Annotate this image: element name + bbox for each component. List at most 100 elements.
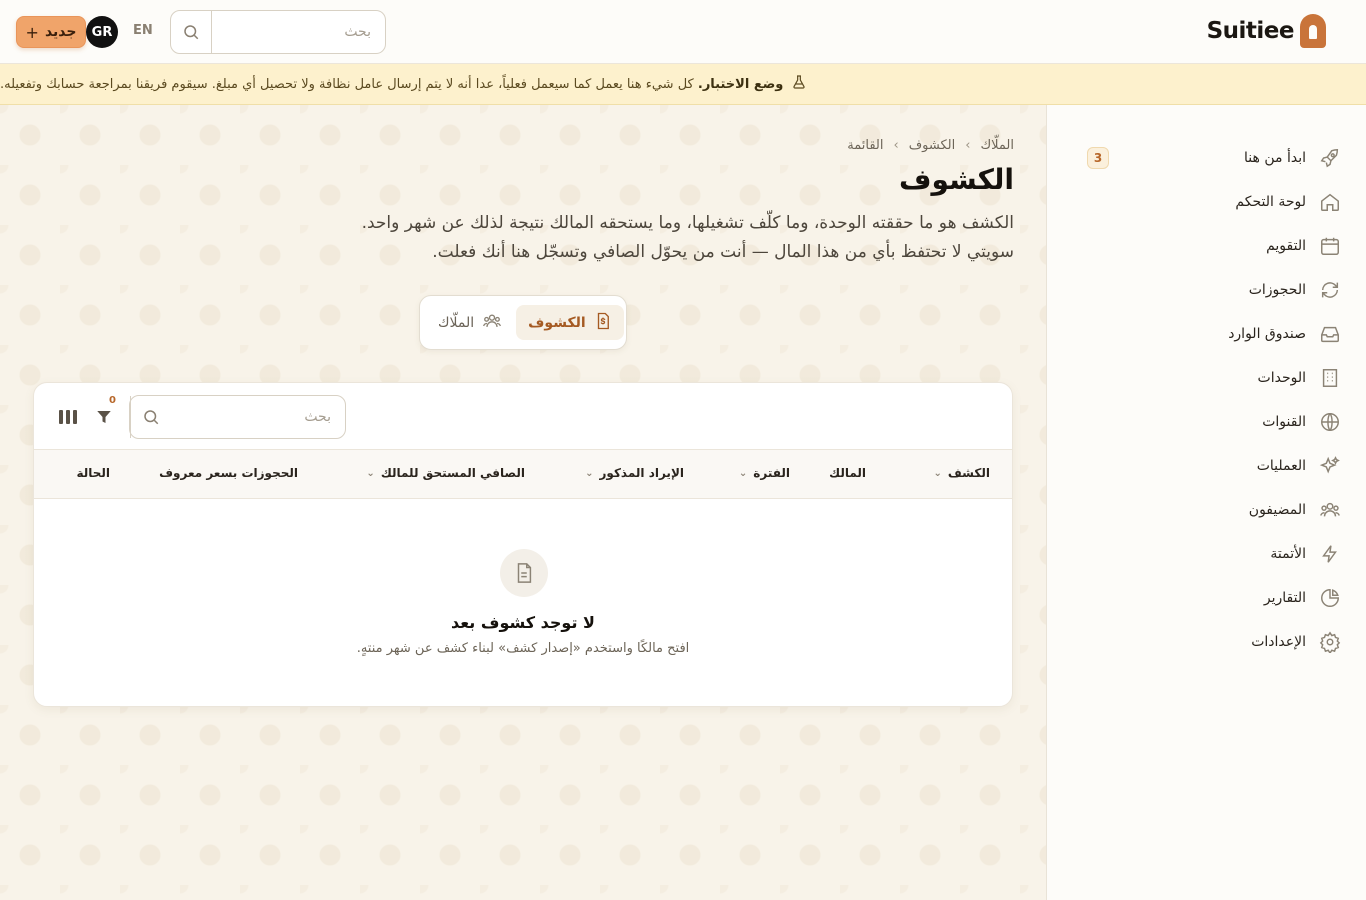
column-label: الحالة [76,466,110,480]
sidebar-item-label: العمليات [1256,458,1306,474]
logo-text: Suitiee [1206,18,1295,44]
table-search[interactable]: بحث [129,395,346,439]
column-header-priced-bookings[interactable]: الحجوزات بسعر معروف [159,466,298,480]
search-icon[interactable] [130,396,171,438]
new-button-label: جديد [44,24,77,40]
pie-chart-icon [1318,586,1342,610]
breadcrumb-owners[interactable]: الملّاك [980,138,1014,153]
tab-owners[interactable]: الملّاك [426,305,514,340]
filter-icon[interactable] [92,405,116,429]
flask-icon [791,74,807,94]
breadcrumb-statements[interactable]: الكشوف [909,138,956,153]
column-header-owner[interactable]: المالك [829,466,866,480]
page-description: الكشف هو ما حققته الوحدة، وما كلّف تشغيل… [361,213,1014,262]
sidebar-item-label: التقويم [1266,238,1306,254]
table-toolbar: 0 بحث [34,383,1012,450]
sidebar-item-label: الأتمتة [1270,546,1306,562]
sidebar-item-label: القنوات [1262,414,1306,430]
building-icon [1318,366,1342,390]
table-search-input[interactable]: بحث [171,396,345,438]
sidebar-item-label: الحجوزات [1248,282,1306,298]
sidebar-item-hosts[interactable]: المضيفون [1066,492,1342,528]
sidebar-item-label: ابدأ من هنا [1244,150,1306,166]
sidebar-item-operations[interactable]: العمليات [1066,448,1342,484]
sidebar-item-inbox[interactable]: صندوق الوارد [1066,316,1342,352]
column-label: المالك [829,466,866,480]
sidebar-item-label: لوحة التحكم [1235,194,1306,210]
column-label: الصافي المستحق للمالك [380,466,525,480]
filter-count-badge: 0 [109,395,116,406]
view-switcher: الملّاك الكشوف [419,295,627,350]
home-icon [1318,190,1342,214]
empty-state-title: لا توجد كشوف بعد [451,613,595,632]
sidebar-item-calendar[interactable]: التقويم [1066,228,1342,264]
column-label: الفترة [753,466,790,480]
sparkles-icon [1318,454,1342,478]
chevron-down-icon: ⌄ [933,467,942,479]
column-header-status[interactable]: الحالة [76,466,110,480]
sidebar-item-label: الإعدادات [1251,634,1306,650]
plus-icon: + [25,22,39,42]
document-icon [500,549,548,597]
breadcrumb-list: القائمة [847,138,884,153]
gear-icon [1318,630,1342,654]
banner-message: كل شيء هنا يعمل كما سيعمل فعلياً، عدا أن… [0,76,694,92]
keyhole-logo-icon [1300,14,1326,48]
empty-state-subtitle: افتح مالكًا واستخدم «إصدار كشف» لبناء كش… [356,641,690,656]
users-icon [1318,498,1342,522]
chevron-down-icon: ⌄ [366,467,375,479]
sidebar-item-label: المضيفون [1248,502,1306,518]
main-content: الملّاك › الكشوف › القائمة الكشوف الكشف … [0,105,1046,900]
chevron-left-icon: › [893,138,899,153]
tab-statements[interactable]: الكشوف [516,305,624,340]
banner-text: وضع الاختبار. كل شيء هنا يعمل كما سيعمل … [0,77,783,92]
sidebar-item-label: الوحدات [1257,370,1306,386]
columns-icon[interactable] [56,405,80,429]
column-label: الكشف [947,466,990,480]
chevron-left-icon: › [965,138,971,153]
logo[interactable]: Suitiee [1207,14,1326,48]
test-mode-banner: وضع الاختبار. كل شيء هنا يعمل كما سيعمل … [0,64,1366,105]
tab-owners-label: الملّاك [438,314,475,331]
users-icon [482,311,502,335]
document-dollar-icon [594,311,612,335]
tab-statements-label: الكشوف [528,314,586,331]
top-bar: + جديد GR EN بحث Suitiee [0,0,1366,64]
sidebar-item-automation[interactable]: الأتمتة [1066,536,1342,572]
sidebar-item-settings[interactable]: الإعدادات [1066,624,1342,660]
breadcrumb: الملّاك › الكشوف › القائمة [847,138,1014,153]
avatar[interactable]: GR [86,16,118,48]
sidebar-item-channels[interactable]: القنوات [1066,404,1342,440]
column-header-net-owner[interactable]: الصافي المستحق للمالك ⌄ [366,466,525,480]
column-header-statement[interactable]: الكشف ⌄ [934,466,991,480]
sidebar-item-reports[interactable]: التقارير [1066,580,1342,616]
global-search[interactable]: بحث [170,10,386,54]
sidebar-item-dashboard[interactable]: لوحة التحكم [1066,184,1342,220]
new-button[interactable]: + جديد [16,16,86,48]
bolt-icon [1318,542,1342,566]
calendar-icon [1318,234,1342,258]
globe-icon [1318,410,1342,434]
sidebar-item-start-here[interactable]: ابدأ من هنا [1066,140,1342,176]
statements-table-card: 0 بحث الكشف ⌄ المالك الفترة ⌄ الإيراد ال… [33,382,1013,707]
inbox-icon [1318,322,1342,346]
chevron-down-icon: ⌄ [738,467,748,479]
sidebar: 3 ابدأ من هنا لوحة التحكم التقويم الحجوز… [1046,105,1366,900]
sidebar-item-label: صندوق الوارد [1228,326,1306,342]
refresh-icon [1318,278,1342,302]
banner-title: وضع الاختبار. [697,76,784,92]
column-header-reported-revenue[interactable]: الإيراد المذكور ⌄ [585,466,684,480]
sidebar-item-units[interactable]: الوحدات [1066,360,1342,396]
rocket-icon [1318,146,1342,170]
chevron-down-icon: ⌄ [585,467,594,479]
page-title: الكشوف [899,163,1014,196]
sidebar-item-label: التقارير [1263,590,1306,606]
sidebar-item-bookings[interactable]: الحجوزات [1066,272,1342,308]
table-header: الكشف ⌄ المالك الفترة ⌄ الإيراد المذكور … [34,450,1012,499]
global-search-input[interactable]: بحث [212,11,385,53]
column-header-period[interactable]: الفترة ⌄ [739,466,790,480]
search-icon[interactable] [171,11,212,53]
column-label: الحجوزات بسعر معروف [159,466,298,480]
language-toggle[interactable]: EN [133,23,153,38]
column-label: الإيراد المذكور [599,466,684,480]
